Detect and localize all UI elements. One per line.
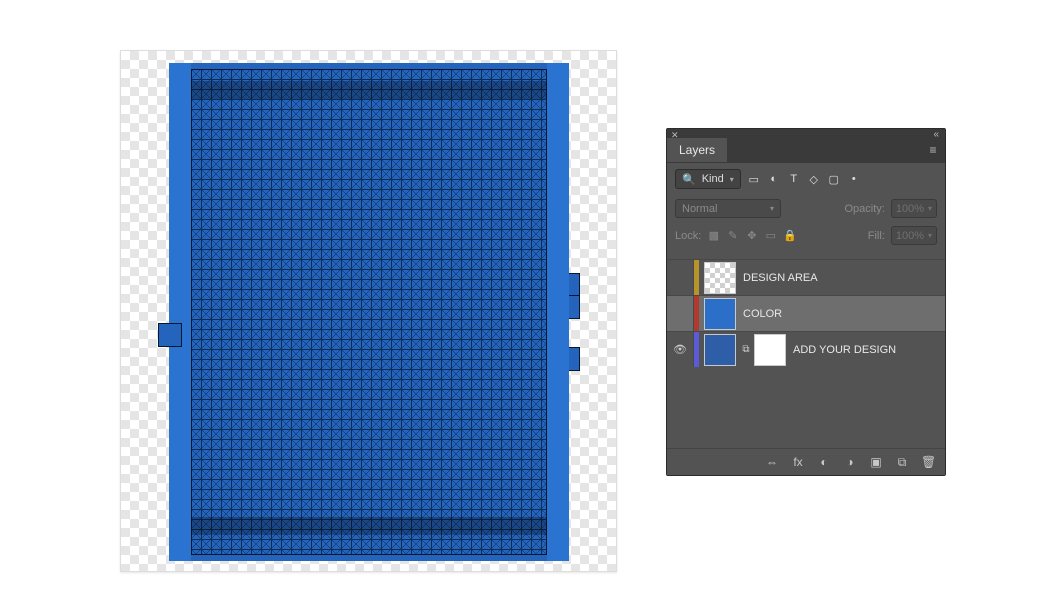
- blend-mode-value: Normal: [682, 203, 717, 215]
- layer-mask-thumbnail[interactable]: [754, 334, 786, 366]
- chevron-down-icon: ▾: [730, 175, 734, 184]
- visibility-toggle[interactable]: [667, 296, 694, 331]
- panel-footer: ⇔ fx ◐ ◑ ▣ ⧉ 🗑: [667, 448, 945, 475]
- close-icon[interactable]: ✕: [671, 130, 679, 141]
- layers-panel: ✕ « Layers ≡ 🔍 Kind ▾ ▭ ◐ T ◇ ▢ • Normal…: [666, 128, 946, 476]
- fill-value: 100%: [896, 230, 924, 242]
- canvas-stage: [120, 50, 617, 572]
- layer-color-swatch: [694, 260, 699, 295]
- search-icon: 🔍: [682, 173, 696, 186]
- lock-row: Lock: ▩ ✎ ✥ ▭ 🔒 Fill: 100% ▾: [667, 222, 945, 249]
- layer-filter-row: 🔍 Kind ▾ ▭ ◐ T ◇ ▢ •: [667, 163, 945, 195]
- adjustment-layer-icon[interactable]: ◑: [843, 455, 857, 469]
- mesh-top-band: [191, 81, 547, 99]
- lock-artboard-icon[interactable]: ▭: [764, 229, 777, 242]
- lock-position-icon[interactable]: ✥: [745, 229, 758, 242]
- new-group-icon[interactable]: ▣: [869, 455, 883, 469]
- mesh-handle[interactable]: [556, 347, 580, 371]
- lock-brush-icon[interactable]: ✎: [726, 229, 739, 242]
- eye-icon: 👁: [673, 343, 687, 356]
- layer-color-swatch: [694, 296, 699, 331]
- panel-grip[interactable]: ✕ «: [667, 129, 945, 137]
- trash-icon[interactable]: 🗑: [921, 455, 935, 469]
- visibility-toggle[interactable]: 👁: [667, 332, 694, 367]
- filter-image-icon[interactable]: ▭: [747, 172, 761, 186]
- mesh-handle[interactable]: [556, 295, 580, 319]
- layer-thumbnail[interactable]: [704, 298, 736, 330]
- layer-list: DESIGN AREA COLOR 👁 ⧉ ADD YOUR DESIGN: [667, 259, 945, 447]
- filter-kind-select[interactable]: 🔍 Kind ▾: [675, 169, 741, 189]
- filter-type-icon[interactable]: T: [787, 172, 801, 186]
- layer-color-swatch: [694, 332, 699, 367]
- layer-row[interactable]: DESIGN AREA: [667, 259, 945, 295]
- mask-link-icon[interactable]: ⧉: [741, 344, 751, 355]
- layer-thumbnail[interactable]: [704, 334, 736, 366]
- layer-thumbnail[interactable]: [704, 262, 736, 294]
- filter-kind-label: Kind: [702, 173, 724, 185]
- new-layer-icon[interactable]: ⧉: [895, 455, 909, 470]
- collapse-icon[interactable]: «: [933, 129, 939, 140]
- chevron-down-icon: ▾: [928, 204, 932, 213]
- mesh-overlay: [191, 69, 547, 555]
- chevron-down-icon: ▾: [770, 204, 774, 213]
- mesh-handle[interactable]: [556, 273, 580, 297]
- visibility-toggle[interactable]: [667, 260, 694, 295]
- tab-layers[interactable]: Layers: [667, 138, 727, 162]
- chevron-down-icon: ▾: [928, 231, 932, 240]
- lock-all-icon[interactable]: 🔒: [783, 229, 796, 242]
- blend-mode-select[interactable]: Normal ▾: [675, 199, 781, 218]
- layer-name[interactable]: COLOR: [743, 308, 782, 320]
- opacity-input[interactable]: 100% ▾: [891, 199, 937, 218]
- mesh-handle[interactable]: [158, 323, 182, 347]
- link-layers-icon[interactable]: ⇔: [765, 455, 779, 469]
- fill-input[interactable]: 100% ▾: [891, 226, 937, 245]
- layer-name[interactable]: ADD YOUR DESIGN: [793, 344, 896, 356]
- filter-smart-icon[interactable]: ▢: [827, 172, 841, 186]
- blend-row: Normal ▾ Opacity: 100% ▾: [667, 195, 945, 222]
- fx-icon[interactable]: fx: [791, 455, 805, 469]
- add-mask-icon[interactable]: ◐: [817, 455, 831, 469]
- lock-transparency-icon[interactable]: ▩: [707, 229, 720, 242]
- fill-label: Fill:: [868, 230, 885, 242]
- opacity-label: Opacity:: [844, 203, 884, 215]
- layer-row[interactable]: COLOR: [667, 295, 945, 331]
- panel-menu-icon[interactable]: ≡: [921, 143, 945, 157]
- lock-label: Lock:: [675, 230, 701, 242]
- mesh-bottom-band: [191, 517, 547, 535]
- panel-tabs: Layers ≡: [667, 137, 945, 163]
- layer-row[interactable]: 👁 ⧉ ADD YOUR DESIGN: [667, 331, 945, 367]
- layer-name[interactable]: DESIGN AREA: [743, 272, 818, 284]
- filter-artboard-icon[interactable]: •: [847, 172, 861, 186]
- filter-adjust-icon[interactable]: ◐: [767, 172, 781, 186]
- opacity-value: 100%: [896, 203, 924, 215]
- garment-artwork[interactable]: [169, 63, 569, 561]
- filter-shape-icon[interactable]: ◇: [807, 172, 821, 186]
